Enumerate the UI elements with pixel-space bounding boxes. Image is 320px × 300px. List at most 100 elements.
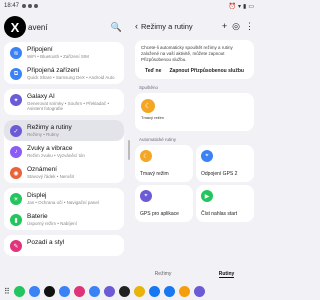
not-now-button[interactable]: Teď ne bbox=[145, 68, 161, 74]
status-notification-icons bbox=[22, 4, 39, 8]
more-options-icon[interactable]: ⋮ bbox=[245, 21, 254, 32]
app-6-app-icon[interactable] bbox=[118, 285, 130, 297]
settings-header: X avení 🔍 bbox=[0, 12, 128, 42]
settings-group: ☀ Displej Jas • Ochrana očí • Navigační pa… bbox=[4, 188, 124, 230]
settings-group: ✓ Režimy a rutiny Režimy • Rutiny ♪ Zvuky a … bbox=[4, 120, 124, 183]
settings-item[interactable]: ≋ Připojení WiFi • Bluetooth • Zařízení SI… bbox=[4, 42, 124, 63]
running-routine-label: Tmavý režim bbox=[141, 115, 164, 121]
routine-tile[interactable]: ⌖ Odpojení GPS 2 bbox=[196, 145, 254, 183]
settings-item[interactable]: ☀ Displej Jas • Ochrana očí • Navigační pa… bbox=[4, 188, 124, 209]
settings-item[interactable]: ⧉ Připojená zařízení Quick Share • Samsung… bbox=[4, 63, 124, 84]
settings-item-texts: Pozadí a styl bbox=[27, 239, 64, 246]
app-2-app-icon[interactable] bbox=[58, 285, 70, 297]
settings-groups: ≋ Připojení WiFi • Bluetooth • Zařízení SI… bbox=[0, 42, 128, 256]
routine-icon: ✓ bbox=[10, 125, 22, 137]
add-icon[interactable]: + bbox=[222, 21, 227, 32]
bottom-tabs: Režimy Rutiny bbox=[131, 266, 258, 282]
settings-item-subtitle: Quick Share • Samsung DeX • Android Auto bbox=[27, 75, 115, 80]
routine-tile-label: Tmavý režim bbox=[140, 171, 169, 178]
settings-item-subtitle: WiFi • Bluetooth • Zařízení SIM bbox=[27, 54, 89, 59]
settings-item-texts: Displej Jas • Ochrana očí • Navigační pan… bbox=[27, 192, 99, 205]
moon-icon: ☾ bbox=[141, 99, 155, 114]
routine-tile-label: GPS pro aplikace bbox=[140, 211, 179, 218]
app-8-app-icon[interactable] bbox=[193, 285, 205, 297]
app-4-app-icon[interactable] bbox=[88, 285, 100, 297]
settings-item-subtitle: Generovat snímky • Souhrn • Překladač • … bbox=[27, 101, 110, 111]
wifi-status-icon: ▾ bbox=[238, 3, 242, 10]
settings-item-title: Režimy a rutiny bbox=[27, 124, 72, 131]
messages-app-icon[interactable] bbox=[28, 285, 40, 297]
app-5-app-icon[interactable] bbox=[103, 285, 115, 297]
signal-icon: ▮ bbox=[243, 3, 247, 10]
back-arrow-icon[interactable]: ‹ bbox=[135, 21, 138, 31]
notification-icon bbox=[34, 4, 39, 8]
search-icon[interactable]: 🔍 bbox=[111, 22, 122, 33]
routine-tile[interactable]: ☾ Tmavý režim bbox=[135, 145, 193, 183]
status-bar: 18:47 ⏰ ▾ ▮ ▭ bbox=[0, 0, 258, 12]
detail-pane: ‹ Režimy a rutiny + ◎ ⋮ Chcete-li automa… bbox=[131, 12, 258, 282]
header-actions: + ◎ ⋮ bbox=[222, 21, 254, 32]
settings-group: ✎ Pozadí a styl bbox=[4, 235, 124, 256]
settings-item-texts: Připojená zařízení Quick Share • Samsung … bbox=[27, 67, 114, 80]
settings-item-texts: Režimy a rutiny Režimy • Rutiny bbox=[27, 124, 72, 137]
settings-title: avení bbox=[28, 22, 48, 32]
phone-app-icon[interactable] bbox=[13, 285, 25, 297]
moon-icon: ☾ bbox=[140, 150, 152, 163]
settings-item-subtitle: Úsporný režim • Nabíjení bbox=[27, 221, 77, 226]
routine-tile[interactable]: ⌖ GPS pro aplikace bbox=[135, 185, 193, 223]
settings-item-title: Připojená zařízení bbox=[27, 67, 80, 74]
settings-item[interactable]: ♪ Zvuky a vibrace Režim zvuku • Vyzváněcí … bbox=[4, 141, 124, 162]
settings-item-title: Zvuky a vibrace bbox=[27, 145, 73, 152]
alarm-icon: ⏰ bbox=[228, 3, 236, 10]
detail-title: Režimy a rutiny bbox=[141, 21, 193, 31]
settings-item[interactable]: ▮ Baterie Úsporný režim • Nabíjení bbox=[4, 209, 124, 230]
settings-item-title: Oznámení bbox=[27, 166, 57, 173]
compass-icon[interactable]: ◎ bbox=[232, 21, 240, 32]
running-section-label: Spuštěno bbox=[139, 85, 159, 91]
status-system-icons: ⏰ ▾ ▮ ▭ bbox=[229, 3, 254, 10]
settings-item-subtitle: Stavový řádek • Nerušit bbox=[27, 174, 74, 179]
settings-item-title: Pozadí a styl bbox=[27, 239, 65, 246]
app-1-app-icon[interactable] bbox=[43, 285, 55, 297]
battery-status-icon: ▭ bbox=[248, 3, 254, 10]
settings-item-title: Displej bbox=[27, 192, 47, 199]
routine-tile[interactable]: ▶ Číst nahlas start bbox=[196, 185, 254, 223]
tab-modes[interactable]: Režimy bbox=[155, 271, 172, 277]
settings-item-title: Galaxy AI bbox=[27, 93, 55, 100]
app-7-app-icon[interactable] bbox=[178, 285, 190, 297]
split-view-handle[interactable] bbox=[128, 140, 130, 160]
wifi-icon: ≋ bbox=[10, 47, 22, 59]
chrome-app-icon[interactable] bbox=[133, 285, 145, 297]
palette-icon: ✎ bbox=[10, 240, 22, 252]
settings-list-pane: X avení 🔍 ≋ Připojení WiFi • Bluetooth • Z… bbox=[0, 12, 128, 282]
settings-group: ≋ Připojení WiFi • Bluetooth • Zařízení SI… bbox=[4, 42, 124, 84]
tab-routines[interactable]: Rutiny bbox=[218, 271, 235, 278]
notification-icon bbox=[28, 4, 33, 8]
battery-icon: ▮ bbox=[10, 214, 22, 226]
custom-service-card: Chcete-li automaticky spouštět režimy a … bbox=[135, 40, 254, 80]
settings-item-subtitle: Režimy • Rutiny bbox=[27, 132, 59, 137]
app-drawer-icon[interactable]: ⠿ bbox=[4, 287, 10, 296]
facebook-2-app-icon[interactable] bbox=[163, 285, 175, 297]
status-time: 18:47 bbox=[4, 3, 20, 9]
notification-icon: ◉ bbox=[10, 167, 22, 179]
settings-item-texts: Baterie Úsporný režim • Nabíjení bbox=[27, 213, 77, 226]
app-3-app-icon[interactable] bbox=[73, 285, 85, 297]
settings-item-title: Připojení bbox=[27, 46, 53, 53]
facebook-app-icon[interactable] bbox=[148, 285, 160, 297]
settings-item-title: Baterie bbox=[27, 213, 48, 220]
running-routine-card[interactable]: ☾ Tmavý režim bbox=[135, 93, 254, 132]
gps-icon: ⌖ bbox=[140, 190, 152, 203]
x-app-icon[interactable]: X bbox=[4, 16, 26, 38]
routine-grid: ☾ Tmavý režim ⌖ Odpojení GPS 2 ⌖ GPS pro apli… bbox=[135, 145, 254, 223]
taskbar-apps bbox=[13, 285, 205, 297]
routine-tile-label: Číst nahlas start bbox=[201, 211, 238, 218]
sound-icon: ♪ bbox=[10, 146, 22, 158]
settings-item[interactable]: ✦ Galaxy AI Generovat snímky • Souhrn • Př… bbox=[4, 89, 124, 115]
settings-item[interactable]: ◉ Oznámení Stavový řádek • Nerušit bbox=[4, 162, 124, 183]
read-icon: ▶ bbox=[201, 190, 213, 203]
settings-item[interactable]: ✓ Režimy a rutiny Režimy • Rutiny bbox=[4, 120, 124, 141]
settings-item-subtitle: Jas • Ochrana očí • Navigační panel bbox=[27, 200, 99, 205]
settings-item[interactable]: ✎ Pozadí a styl bbox=[4, 235, 124, 256]
enable-service-button[interactable]: Zapnout Přizpůsobenou službu bbox=[169, 68, 243, 74]
